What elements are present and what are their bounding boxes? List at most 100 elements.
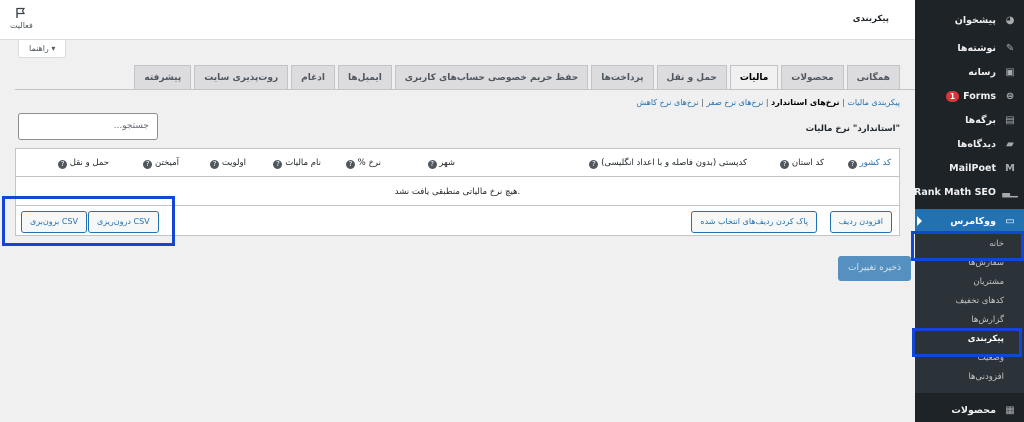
tab-products[interactable]: محصولات <box>781 65 844 90</box>
forms-icon: ⊜ <box>1005 90 1015 102</box>
activity-button[interactable]: فعالیت <box>10 7 33 30</box>
tax-rates-table: کد کشور ? کد استان ? کدپستی (بدون فاصله … <box>15 148 900 236</box>
sidebar-item-pages[interactable]: ▤ برگه‌ها <box>915 108 1024 132</box>
rate-header-label: نرخ % <box>357 158 381 168</box>
tab-general[interactable]: همگانی <box>846 65 900 90</box>
tab-tax[interactable]: مالیات <box>729 65 779 90</box>
shipping-header-label: حمل و نقل <box>69 158 109 168</box>
sidebar-item-posts[interactable]: ✎ نوشته‌ها <box>915 36 1024 60</box>
page-title: پیکربندی <box>852 14 889 24</box>
sidebar-item-mailpoet[interactable]: M MailPoet <box>915 156 1024 180</box>
search-input[interactable]: جستجو... <box>18 113 158 140</box>
settings-tabs: همگانی محصولات مالیات حمل و نقل پرداخت‌ه… <box>134 65 900 90</box>
sidebar-item-label: پیشخوان <box>954 14 996 26</box>
column-compound: آمیختن ? <box>139 158 179 169</box>
column-country: کد کشور ? <box>844 158 891 169</box>
column-shipping: حمل و نقل ? <box>54 158 109 169</box>
sidebar-item-label: محصولات <box>951 404 996 416</box>
comments-icon: ▰ <box>1006 138 1014 150</box>
tax-options-link[interactable]: پیکربندی مالیات <box>847 98 900 107</box>
help-icon: ? <box>273 160 283 169</box>
sidebar-item-comments[interactable]: ▰ دیدگاه‌ها <box>915 132 1024 156</box>
pin-icon: ✎ <box>1005 42 1015 54</box>
nav-separator: | <box>765 98 769 107</box>
sidebar-item-forms[interactable]: ⊜ Forms 1 <box>915 84 1024 108</box>
sidebar-item-label: ووکامرس <box>950 215 996 227</box>
column-priority: اولویت ? <box>206 158 246 169</box>
submenu-settings[interactable]: پیکربندی <box>915 330 1024 349</box>
nav-separator: | <box>701 98 704 107</box>
state-header-label: کد استان <box>791 158 824 168</box>
insert-row-button[interactable]: افزودن ردیف <box>829 211 892 233</box>
sidebar-item-woocommerce[interactable]: ▭ ووکامرس <box>915 209 1024 233</box>
tab-privacy[interactable]: حفظ حریم خصوصی حساب‌های کاربری <box>394 65 589 90</box>
admin-sidebar: ◕ پیشخوان ✎ نوشته‌ها ▣ رسانه ⊜ Forms 1 ▤… <box>914 0 1024 422</box>
submenu-home[interactable]: خانه <box>915 235 1024 254</box>
sidebar-item-label: Forms <box>963 90 996 102</box>
help-tab-button[interactable]: راهنما ▾ <box>18 40 67 58</box>
import-csv-button[interactable]: درون‌ریزی CSV <box>88 211 159 233</box>
compound-header-label: آمیختن <box>154 158 179 168</box>
products-icon: ▦ <box>1005 404 1015 416</box>
tab-payments[interactable]: پرداخت‌ها <box>591 65 654 90</box>
zero-rates-link[interactable]: نرخ‌های نرخ صفر <box>706 98 763 107</box>
reduced-rates-link[interactable]: نرخ‌های نرخ کاهش <box>636 98 698 107</box>
woocommerce-submenu: خانه سفارش‌ها مشتریان کدهای تخفیف گزارش‌… <box>915 233 1024 393</box>
postcode-header-label: کدپستی (بدون فاصله و با اعداد انگلیسی) <box>601 158 747 168</box>
help-icon: ? <box>210 160 220 169</box>
tax-name-header-label: نام مالیات <box>285 158 321 168</box>
tabs-divider <box>15 89 915 90</box>
empty-message: هیچ نرخ مالیاتی منطبقی یافت نشد. <box>16 178 899 206</box>
table-footer: افزودن ردیف پاک کردن ردیف‌های انتخاب شده… <box>16 206 899 237</box>
submenu-customers[interactable]: مشتریان <box>915 273 1024 292</box>
submenu-extensions[interactable]: افزودنی‌ها <box>915 368 1024 387</box>
chart-icon: ▁▃ <box>1002 186 1018 198</box>
section-title: "استاندارد" نرخ مالیات <box>805 124 900 134</box>
sidebar-item-label: Rank Math SEO <box>914 186 996 198</box>
media-icon: ▣ <box>1005 66 1015 78</box>
sidebar-item-media[interactable]: ▣ رسانه <box>915 60 1024 84</box>
submenu-coupons[interactable]: کدهای تخفیف <box>915 292 1024 311</box>
sidebar-item-label: MailPoet <box>949 162 996 174</box>
help-icon: ? <box>589 160 599 169</box>
tab-advanced[interactable]: پیشرفته <box>134 65 192 90</box>
priority-header-label: اولویت <box>221 158 246 168</box>
sidebar-item-rank-math[interactable]: ▁▃ Rank Math SEO <box>914 180 1024 204</box>
sidebar-item-products[interactable]: ▦ محصولات <box>915 398 1024 422</box>
city-header-label: شهر <box>439 158 455 168</box>
tab-site-visibility[interactable]: روت‌پذیری سایت <box>194 65 289 90</box>
country-code-link[interactable]: کد <box>882 158 891 168</box>
tab-shipping[interactable]: حمل و نقل <box>656 65 727 90</box>
standard-rates-current: نرخ‌های استاندارد <box>771 98 840 107</box>
remove-rows-button[interactable]: پاک کردن ردیف‌های انتخاب شده <box>691 211 817 233</box>
mailpoet-icon: M <box>1005 162 1015 174</box>
save-changes-button[interactable]: ذخیره تغییرات <box>838 256 912 281</box>
help-icon: ? <box>345 160 355 169</box>
country-link[interactable]: کشور <box>860 158 880 168</box>
tab-emails[interactable]: ایمیل‌ها <box>337 65 392 90</box>
export-csv-button[interactable]: برون‌بری CSV <box>21 211 87 233</box>
sidebar-item-label: دیدگاه‌ها <box>957 138 996 150</box>
submenu-reports[interactable]: گزارش‌ها <box>915 311 1024 330</box>
activity-label: فعالیت <box>10 21 33 30</box>
top-bar: فعالیت پیکربندی <box>0 0 915 40</box>
nav-separator: | <box>842 98 845 107</box>
column-state: کد استان ? <box>776 158 824 169</box>
column-tax-name: نام مالیات ? <box>269 158 321 169</box>
tab-integration[interactable]: ادغام <box>291 65 335 90</box>
column-postcode: کدپستی (بدون فاصله و با اعداد انگلیسی) ? <box>585 158 747 169</box>
help-icon: ? <box>780 160 790 169</box>
column-rate: نرخ % ? <box>342 158 381 169</box>
sidebar-item-label: برگه‌ها <box>965 114 996 126</box>
table-header: کد کشور ? کد استان ? کدپستی (بدون فاصله … <box>16 149 899 177</box>
woocommerce-icon: ▭ <box>1005 215 1015 227</box>
submenu-status[interactable]: وضعیت <box>915 349 1024 368</box>
sidebar-item-dashboard[interactable]: ◕ پیشخوان <box>915 8 1024 32</box>
tax-sections-nav: پیکربندی مالیات | نرخ‌های استاندارد | نر… <box>636 98 900 107</box>
dashboard-icon: ◕ <box>1005 14 1015 26</box>
help-icon: ? <box>427 160 437 169</box>
help-icon: ? <box>143 160 153 169</box>
help-icon: ? <box>58 160 68 169</box>
submenu-orders[interactable]: سفارش‌ها <box>915 254 1024 273</box>
column-city: شهر ? <box>424 158 455 169</box>
